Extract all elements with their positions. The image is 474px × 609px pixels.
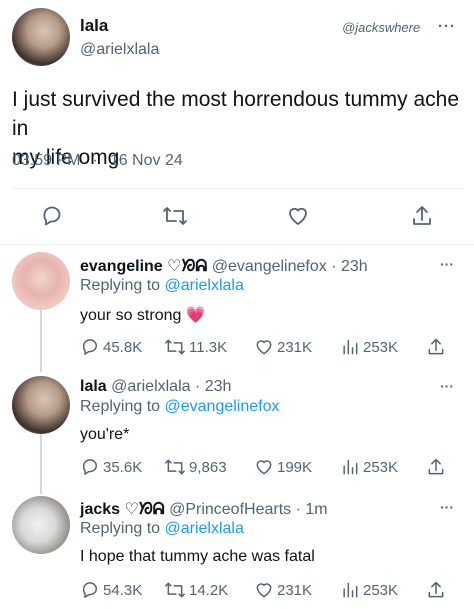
views-icon bbox=[343, 459, 358, 475]
retweet-count-button[interactable]: 11.3K bbox=[164, 337, 227, 357]
more-options-button[interactable]: ··· bbox=[438, 18, 456, 35]
heart-icon bbox=[289, 207, 307, 225]
divider bbox=[12, 188, 462, 189]
views-icon bbox=[343, 339, 358, 355]
reply-icon bbox=[82, 582, 97, 598]
heart-icon bbox=[256, 583, 272, 598]
more-options-button[interactable]: ··· bbox=[440, 256, 454, 272]
retweet-count-button[interactable]: 9,863 bbox=[164, 457, 227, 477]
like-count: 199K bbox=[277, 458, 313, 476]
retweet-count: 9,863 bbox=[189, 458, 227, 476]
display-name[interactable]: jacks ♡ᘞᕱ bbox=[80, 501, 165, 518]
more-options-button[interactable]: ··· bbox=[440, 499, 454, 515]
retweet-count-button[interactable]: 14.2K bbox=[164, 580, 228, 600]
avatar[interactable] bbox=[12, 8, 70, 66]
views-count: 253K bbox=[363, 338, 399, 356]
divider bbox=[0, 244, 474, 245]
share-button[interactable] bbox=[426, 580, 446, 600]
heart-icon bbox=[256, 460, 272, 475]
timestamp[interactable]: · 23h bbox=[331, 258, 367, 275]
views-icon bbox=[343, 582, 358, 598]
share-button[interactable] bbox=[410, 204, 434, 228]
share-icon bbox=[428, 581, 444, 598]
share-button[interactable] bbox=[426, 337, 446, 357]
reply-header: evangeline ♡ᘞᕱ @evangelinefox · 23h bbox=[80, 256, 368, 276]
timestamp[interactable]: · 1m bbox=[296, 501, 328, 518]
views-count-button[interactable]: 253K bbox=[340, 337, 398, 357]
avatar[interactable] bbox=[12, 376, 70, 434]
retweet-icon bbox=[163, 207, 187, 225]
retweet-button[interactable] bbox=[162, 204, 188, 228]
like-button[interactable] bbox=[286, 204, 310, 228]
avatar[interactable] bbox=[12, 252, 70, 310]
reply-header: lala @arielxlala · 23h bbox=[80, 378, 231, 396]
reply-count: 45.8K bbox=[103, 338, 143, 356]
reply-text: your so strong 💗 bbox=[80, 305, 206, 325]
replying-to: Replying to @arielxlala bbox=[80, 520, 244, 538]
avatar[interactable] bbox=[12, 496, 70, 554]
replying-to: Replying to @evangelinefox bbox=[80, 398, 279, 416]
retweet-count: 14.2K bbox=[189, 581, 229, 599]
reply-header: jacks ♡ᘞᕱ @PrinceofHearts · 1m bbox=[80, 499, 328, 519]
reply-count: 35.6K bbox=[103, 458, 143, 476]
display-name[interactable]: evangeline ♡ᘞᕱ bbox=[80, 258, 207, 275]
thread-line bbox=[40, 310, 42, 372]
watermark: @jackswhere bbox=[342, 20, 421, 35]
heart-emoji-icon: 💗 bbox=[185, 307, 206, 324]
handle[interactable]: @arielxlala bbox=[111, 378, 190, 395]
reply-count-button[interactable]: 54.3K bbox=[80, 580, 142, 600]
reply-icon bbox=[82, 339, 97, 355]
views-count: 253K bbox=[363, 581, 399, 599]
mention-link[interactable]: @arielxlala bbox=[165, 520, 244, 537]
heart-icon bbox=[256, 340, 272, 355]
thread-line bbox=[40, 434, 42, 494]
like-count-button[interactable]: 231K bbox=[254, 580, 312, 600]
reply-text: you're* bbox=[80, 426, 130, 443]
replying-to-label: Replying to bbox=[80, 277, 165, 294]
like-count: 231K bbox=[277, 338, 313, 356]
reply-count-button[interactable]: 45.8K bbox=[80, 337, 142, 357]
tweet-time: 03:59 PM bbox=[12, 152, 81, 169]
views-count-button[interactable]: 253K bbox=[340, 457, 398, 477]
handle[interactable]: @arielxlala bbox=[80, 41, 159, 59]
like-count-button[interactable]: 199K bbox=[254, 457, 312, 477]
handle[interactable]: @PrinceofHearts bbox=[169, 501, 291, 518]
reply-icon bbox=[43, 206, 61, 226]
timestamp[interactable]: · 23h bbox=[195, 378, 231, 395]
retweet-icon bbox=[165, 459, 185, 475]
reply-text: I hope that tummy ache was fatal bbox=[80, 548, 315, 565]
replying-to-label: Replying to bbox=[80, 398, 165, 415]
reply-count-button[interactable]: 35.6K bbox=[80, 457, 142, 477]
tweet-text-line: I just survived the most horrendous tumm… bbox=[12, 88, 460, 140]
mention-link[interactable]: @arielxlala bbox=[165, 277, 244, 294]
timestamp[interactable]: 03:59 PM · 16 Nov 24 bbox=[12, 152, 183, 170]
share-icon bbox=[413, 206, 431, 225]
share-button[interactable] bbox=[426, 457, 446, 477]
handle[interactable]: @evangelinefox bbox=[212, 258, 327, 275]
reply-icon bbox=[82, 459, 97, 475]
display-name[interactable]: lala bbox=[80, 378, 107, 395]
retweet-icon bbox=[165, 339, 185, 355]
display-name[interactable]: lala bbox=[80, 16, 108, 36]
views-count: 253K bbox=[363, 458, 399, 476]
like-count: 231K bbox=[277, 581, 313, 599]
mention-link[interactable]: @evangelinefox bbox=[165, 398, 280, 415]
retweet-count: 11.3K bbox=[189, 338, 228, 356]
views-count-button[interactable]: 253K bbox=[340, 580, 398, 600]
separator-dot: · bbox=[92, 152, 98, 169]
reply-button[interactable] bbox=[40, 204, 64, 228]
tweet-date: 16 Nov 24 bbox=[109, 152, 183, 169]
replying-to: Replying to @arielxlala bbox=[80, 277, 244, 295]
reply-text-body: your so strong bbox=[80, 307, 182, 324]
like-count-button[interactable]: 231K bbox=[254, 337, 312, 357]
retweet-icon bbox=[165, 582, 185, 598]
reply-count: 54.3K bbox=[103, 581, 143, 599]
share-icon bbox=[428, 338, 444, 355]
share-icon bbox=[428, 458, 444, 475]
replying-to-label: Replying to bbox=[80, 520, 165, 537]
more-options-button[interactable]: ··· bbox=[440, 378, 454, 394]
